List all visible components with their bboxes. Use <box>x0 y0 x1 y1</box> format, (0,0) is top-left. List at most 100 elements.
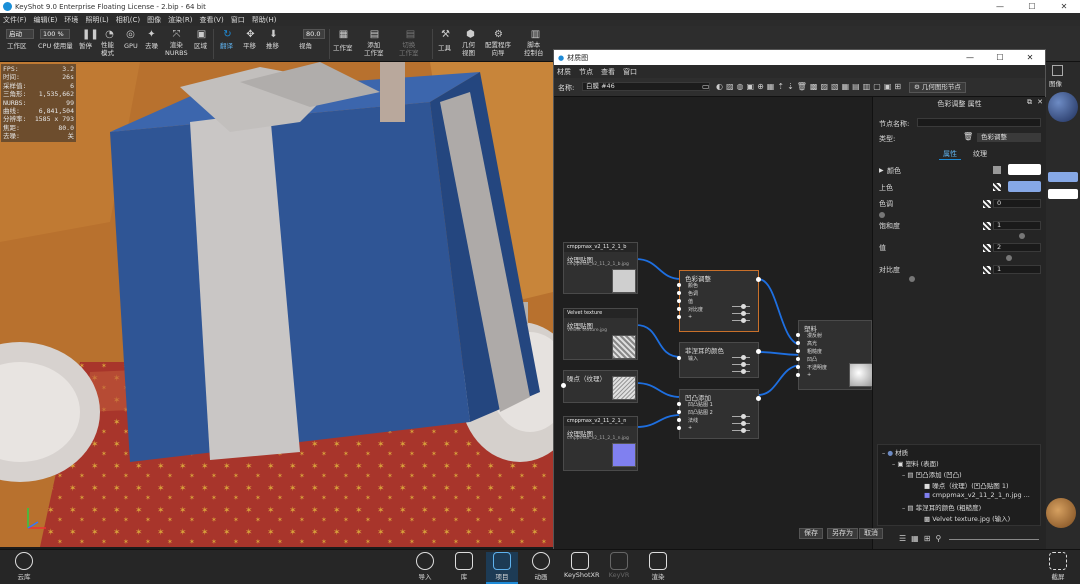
color-adjust-node[interactable]: 色彩调整 颜色 色调 值 对比度 + <box>677 270 761 332</box>
node-input-port[interactable] <box>796 341 800 345</box>
configurator-wizard-button[interactable]: 配置程序 向导 <box>485 41 511 57</box>
mg-menu-window[interactable]: 窗口 <box>623 67 637 77</box>
node-input-port[interactable] <box>677 410 681 414</box>
panel-float-icon[interactable]: ⧉ <box>1027 98 1032 107</box>
tool-icon[interactable]: ⇣ <box>787 82 794 91</box>
menu-file[interactable]: 文件(F) <box>3 15 27 25</box>
tool-icon[interactable]: ⊞ <box>894 82 901 91</box>
menu-camera[interactable]: 相机(C) <box>116 15 140 25</box>
script-console-button[interactable]: 脚本 控制台 <box>524 41 544 57</box>
hue-slider-handle[interactable] <box>879 212 885 218</box>
node-input-port[interactable] <box>796 349 800 353</box>
tool-icon[interactable]: ⊕ <box>757 82 764 91</box>
node-input-port[interactable] <box>796 333 800 337</box>
node-input-port[interactable] <box>796 373 800 377</box>
mg-menu-view[interactable]: 查看 <box>601 67 615 77</box>
tree-item[interactable]: – ▣ 塑料 (表面) <box>892 458 939 468</box>
tools-icon[interactable]: ⚒ <box>440 29 451 40</box>
value-value-field[interactable]: 2 <box>993 243 1041 252</box>
keyshotxr-button[interactable]: KeyShotXR <box>564 552 600 579</box>
tree-item[interactable]: – ▤ 菲涅耳的颜色 (粗糙度) <box>902 502 981 512</box>
animation-button[interactable]: 动画 <box>525 552 557 581</box>
add-studio-icon[interactable]: ▤ <box>369 29 380 40</box>
texture-node-1[interactable]: cmppmax_v2_11_2_1_b 纹理贴图 cmppmax_v2_11_2… <box>563 242 638 294</box>
tools-button[interactable]: 工具 <box>438 44 451 52</box>
minimize-icon[interactable]: — <box>984 2 1016 11</box>
hue-value-field[interactable]: 0 <box>993 199 1041 208</box>
tool-icon[interactable]: ▨ <box>726 82 734 91</box>
tool-icon[interactable]: ◍ <box>737 82 744 91</box>
render-button[interactable]: 渲染 <box>642 552 674 581</box>
dolly-icon[interactable]: ⬇ <box>268 29 279 40</box>
tool-icon[interactable]: ▩ <box>810 82 818 91</box>
node-input-port[interactable] <box>561 383 566 388</box>
menu-image[interactable]: 图像 <box>147 15 161 25</box>
node-input-port[interactable] <box>677 283 681 287</box>
configurator-wizard-icon[interactable]: ⚙ <box>493 29 504 40</box>
node-input-port[interactable] <box>796 365 800 369</box>
fov-field[interactable]: 80.0 <box>303 29 325 39</box>
bump-add-node[interactable]: 凹凸添加 凹凸贴图 1 凹凸贴图 2 法线 + <box>677 389 761 439</box>
zoom-icon[interactable]: ⚲ <box>935 534 941 543</box>
texture-slot-icon[interactable] <box>993 183 1001 191</box>
noise-texture-node[interactable]: 噪点（纹理） <box>561 370 638 403</box>
node-input-port[interactable] <box>677 299 681 303</box>
node-input-port[interactable] <box>677 418 681 422</box>
thumbnail-size-slider[interactable] <box>949 539 1039 540</box>
tab-properties[interactable]: 属性 <box>943 149 957 159</box>
script-console-icon[interactable]: ▥ <box>530 29 541 40</box>
performance-mode-button[interactable]: 性能 模式 <box>101 41 114 57</box>
gpu-button[interactable]: GPU <box>124 42 138 50</box>
pause-icon[interactable]: ❚❚ <box>82 29 99 40</box>
tree-item[interactable]: – ● 材质 <box>882 447 908 457</box>
node-input-port[interactable] <box>796 357 800 361</box>
save-button[interactable]: 保存 <box>799 528 823 539</box>
tool-icon[interactable]: ▥ <box>863 82 871 91</box>
close-icon[interactable]: ✕ <box>1048 2 1080 11</box>
delete-icon[interactable]: 🗑 <box>963 132 973 141</box>
node-input-port[interactable] <box>677 402 681 406</box>
delete-icon[interactable]: 🗑 <box>797 82 807 91</box>
save-as-button[interactable]: 另存为 <box>827 528 858 539</box>
tool-icon[interactable]: ▢ <box>873 82 881 91</box>
cloud-library-button[interactable]: 云库 <box>8 552 40 581</box>
tab-texture[interactable]: 纹理 <box>973 149 987 159</box>
menu-lighting[interactable]: 照明(L) <box>85 15 108 25</box>
contrast-slider-handle[interactable] <box>909 276 915 282</box>
tree-item[interactable]: – ▤ 凹凸添加 (凹凸) <box>902 469 962 479</box>
node-input-port[interactable] <box>677 291 681 295</box>
studio-button[interactable]: 工作室 <box>333 44 353 52</box>
studio-icon[interactable]: ▦ <box>338 29 349 40</box>
normal-map-node[interactable]: cmppmax_v2_11_2_1_n 纹理贴图 cmppmax_v2_11_2… <box>563 416 638 471</box>
node-output-port[interactable] <box>756 277 761 282</box>
geometry-node-button[interactable]: ⚙ 几何图形节点 <box>909 82 966 93</box>
render-nurbs-button[interactable]: 渲染 NURBS <box>165 41 188 57</box>
project-button[interactable]: 项目 <box>486 552 518 584</box>
image-icon[interactable] <box>1052 65 1063 76</box>
gpu-icon[interactable]: ◎ <box>125 29 136 40</box>
image-tab-label[interactable]: 图像 <box>1049 78 1062 88</box>
cpu-usage-button[interactable]: CPU 使用量 <box>38 42 73 50</box>
library-button[interactable]: 库 <box>448 552 480 581</box>
mg-menu-node[interactable]: 节点 <box>579 67 593 77</box>
dolly-button[interactable]: 推移 <box>266 42 279 50</box>
tree-item[interactable]: ■ 噪点（纹理）(凹凸贴图 1) <box>924 480 1009 490</box>
switch-studio-icon[interactable]: ▤ <box>405 29 416 40</box>
material-preview-thumb[interactable] <box>1048 92 1078 122</box>
region-icon[interactable]: ▣ <box>196 29 207 40</box>
panel-close-icon[interactable]: ✕ <box>1037 98 1043 106</box>
material-name-field[interactable]: 白膜 #46 <box>582 82 710 91</box>
render-viewport[interactable]: ✶ ✶ FPS:3.2 时间:26s 采样值:6 三角形:1,535,662 N… <box>0 62 553 547</box>
texture-slot-icon[interactable] <box>983 222 991 230</box>
texture-slot-icon[interactable] <box>983 266 991 274</box>
performance-mode-icon[interactable]: ◔ <box>104 29 115 40</box>
keyvr-button[interactable]: KeyVR <box>603 552 635 579</box>
pan-icon[interactable]: ✥ <box>245 29 256 40</box>
contrast-value-field[interactable]: 1 <box>993 265 1041 274</box>
node-name-field[interactable] <box>917 118 1041 127</box>
workspace-button[interactable]: 工作区 <box>7 42 27 50</box>
maximize-icon[interactable]: ☐ <box>1016 2 1048 11</box>
menu-view[interactable]: 查看(V) <box>199 15 223 25</box>
screenshot-button[interactable]: 截屏 <box>1042 552 1074 581</box>
tool-icon[interactable]: ▦ <box>767 82 775 91</box>
